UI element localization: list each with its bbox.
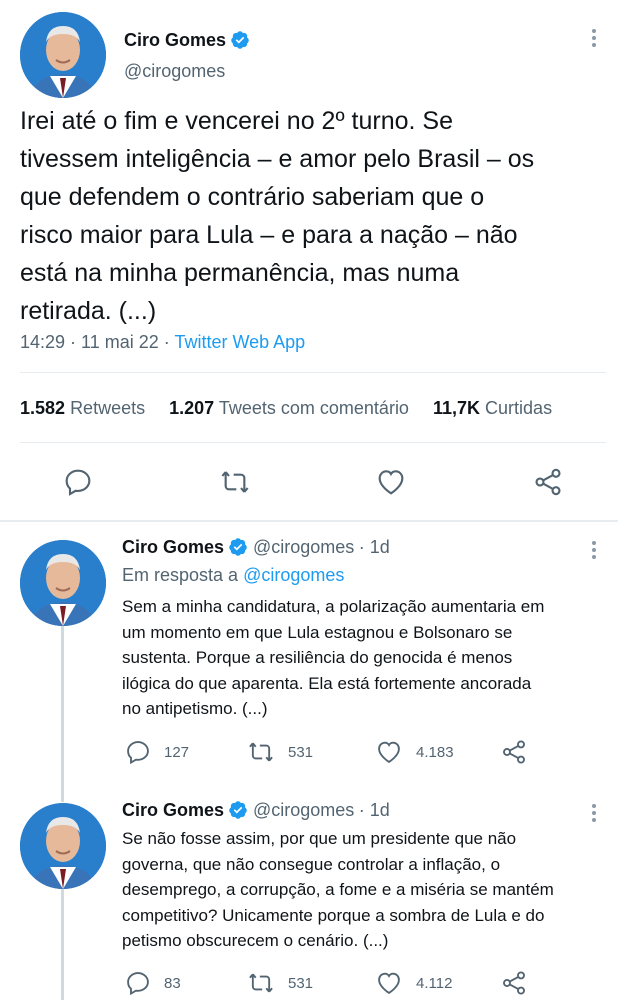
like-count: 4.112 [416, 974, 453, 992]
tweet-text-line: tivessem inteligência – e amor pelo Bras… [20, 145, 535, 173]
reply-header: Ciro Gomes @cirogomes · 1d [122, 537, 390, 558]
likes-stat[interactable]: 11,7K Curtidas [433, 398, 552, 418]
quotes-label: Tweets com comentário [218, 398, 409, 418]
tweet-stats: 1.582 Retweets 1.207 Tweets com comentár… [20, 398, 552, 419]
reply-header: Ciro Gomes @cirogomes · 1d [122, 800, 390, 821]
divider [20, 442, 606, 443]
tweet-text: Irei até o fim e vencerei no 2º turno. S… [20, 102, 610, 330]
share-button[interactable] [500, 738, 528, 766]
heart-icon [378, 470, 404, 495]
tweet-text-line: sustenta. Porque a resiliência do genoci… [122, 648, 513, 667]
reply-to-handle[interactable]: @cirogomes [243, 565, 344, 585]
author-handle[interactable]: @cirogomes [253, 537, 354, 557]
tweet-timestamp[interactable]: 14:29 · 11 mai 22 · [20, 332, 174, 352]
retweet-button[interactable]: 531 [246, 969, 313, 997]
avatar[interactable] [20, 540, 106, 626]
tweet-text-line: retirada. (...) [20, 297, 157, 325]
reply-count: 83 [164, 974, 181, 992]
quotes-stat[interactable]: 1.207 Tweets com comentário [169, 398, 409, 418]
verified-badge-icon [229, 801, 248, 819]
verified-badge-icon [229, 538, 248, 556]
tweet-age[interactable]: · 1d [359, 537, 390, 557]
tweet-text-line: competitivo? Unicamente porque a sombra … [122, 905, 545, 925]
avatar[interactable] [20, 803, 106, 889]
retweet-button[interactable]: 531 [246, 738, 313, 766]
reply-to-prefix: Em resposta a [122, 565, 244, 585]
heart-icon [378, 972, 400, 995]
author-name[interactable]: Ciro Gomes [124, 30, 226, 50]
tweet-text-line: risco maior para Lula – e para a nação –… [20, 221, 518, 249]
author-line: Ciro Gomes [124, 30, 250, 51]
share-button[interactable] [532, 466, 564, 498]
author-handle[interactable]: @cirogomes [253, 800, 354, 820]
reply-button[interactable] [62, 466, 94, 498]
thread-connector [61, 888, 64, 1000]
tweet-text-line: governa, que não consegue controlar a in… [122, 854, 501, 874]
quotes-count: 1.207 [169, 398, 215, 418]
retweet-count: 531 [288, 974, 314, 992]
tweet-text: Sem a minha candidatura, a polarização a… [122, 594, 614, 722]
reply-button[interactable]: 127 [124, 738, 189, 766]
retweet-count: 531 [288, 743, 314, 761]
tweet-text-line: Se não fosse assim, por que um president… [122, 829, 517, 848]
retweet-icon [221, 471, 249, 493]
reply-icon [127, 972, 149, 996]
more-options-icon[interactable] [592, 801, 596, 825]
tweet-text-line: um momento em que Lula estagnou e Bolson… [122, 622, 513, 642]
tweet-text-line: no antipetismo. (...) [122, 699, 268, 718]
retweets-label: Retweets [70, 398, 146, 418]
tweet-text-line: petismo obscurecem o cenário. (...) [122, 931, 389, 950]
tweet-text-line: Sem a minha candidatura, a polarização a… [122, 597, 545, 616]
share-icon [535, 468, 561, 496]
reply-icon [127, 741, 149, 765]
likes-label: Curtidas [485, 398, 553, 418]
reply-to-line: Em resposta a @cirogomes [122, 565, 344, 586]
like-button[interactable] [374, 466, 408, 498]
tweet-text-line: desemprego, a corrupção, a fome e a misé… [122, 880, 554, 899]
tweet-age[interactable]: · 1d [359, 800, 390, 820]
author-name[interactable]: Ciro Gomes [122, 537, 224, 557]
like-count: 4.183 [416, 743, 454, 761]
author-name[interactable]: Ciro Gomes [122, 800, 224, 820]
likes-count: 11,7K [432, 398, 481, 418]
share-button[interactable] [500, 969, 528, 997]
retweet-icon [249, 742, 273, 762]
heart-icon [378, 741, 400, 764]
share-icon [503, 971, 525, 995]
section-divider [0, 520, 618, 522]
retweet-button[interactable] [218, 466, 252, 498]
more-options-icon[interactable] [592, 26, 596, 50]
thread-connector [61, 626, 64, 802]
author-handle[interactable]: @cirogomes [124, 61, 225, 82]
tweet-text-line: que defendem o contrário saberiam que o [20, 183, 485, 211]
tweet-text-line: está na minha permanência, mas numa [20, 259, 460, 287]
tweet-meta: 14:29 · 11 mai 22 · Twitter Web App [20, 332, 305, 353]
share-icon [503, 740, 525, 764]
retweet-icon [249, 973, 273, 993]
more-options-icon[interactable] [592, 538, 596, 562]
tweet-text-line: Irei até o fim e vencerei no 2º turno. S… [20, 107, 453, 135]
reply-count: 127 [164, 743, 190, 761]
like-button[interactable]: 4.183 [374, 738, 454, 766]
reply-button[interactable]: 83 [124, 969, 181, 997]
avatar[interactable] [20, 12, 106, 98]
divider [20, 372, 606, 373]
tweet-text-line: ilógica do que aparenta. Ela está fortem… [122, 673, 532, 693]
verified-badge-icon [231, 31, 250, 49]
tweet-source-link[interactable]: Twitter Web App [174, 332, 305, 352]
reply-icon [65, 469, 91, 496]
retweets-count: 1.582 [20, 398, 66, 418]
retweets-stat[interactable]: 1.582 Retweets [20, 398, 145, 418]
like-button[interactable]: 4.112 [374, 969, 452, 997]
tweet-text: Se não fosse assim, por que um president… [122, 826, 614, 954]
